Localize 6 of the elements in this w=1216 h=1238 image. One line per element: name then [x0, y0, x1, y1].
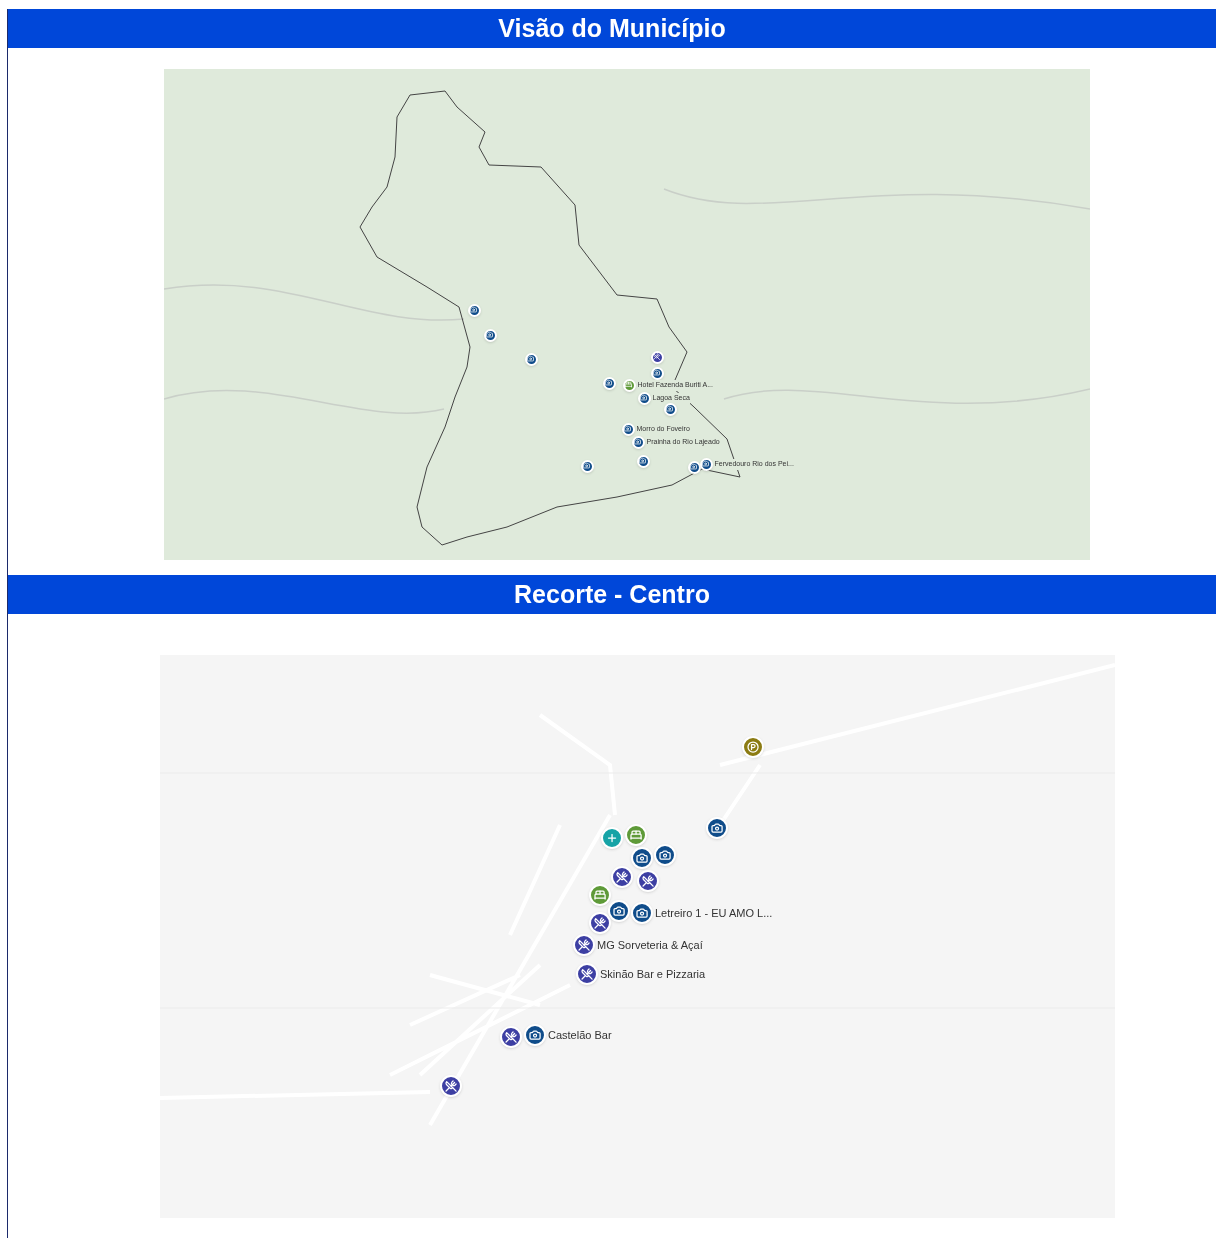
marker-label: Castelão Bar [548, 1028, 612, 1043]
marker-label: MG Sorveteria & Açaí [597, 938, 703, 953]
marker-label: Letreiro 1 - EU AMO L... [655, 906, 773, 921]
section-heading: Recorte - Centro [8, 575, 1216, 614]
marker-label: Skinão Bar e Pizzaria [600, 967, 706, 982]
section-heading: Visão do Município [8, 9, 1216, 48]
